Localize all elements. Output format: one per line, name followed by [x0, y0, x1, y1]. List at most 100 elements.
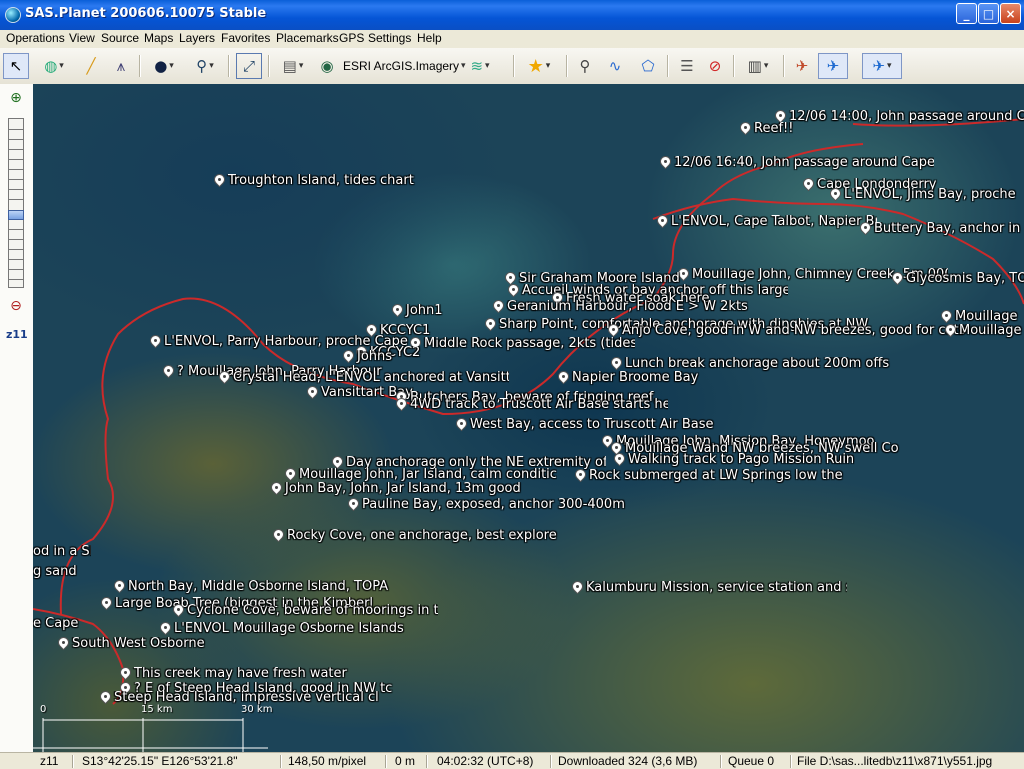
placemark-pin-icon [572, 581, 583, 597]
placemark-pin-icon [101, 597, 112, 613]
map-label-fragment: g sand [33, 565, 77, 579]
gps-device-icon[interactable]: ▥ [739, 53, 777, 79]
active-map-label: ESRI ArcGIS.Imagery [343, 59, 460, 73]
placemark[interactable]: Buttery Bay, anchor in [860, 222, 1024, 242]
favorites-star-icon[interactable]: ★ [520, 53, 558, 79]
placemark-pin-icon [614, 453, 625, 469]
status-coordinates: S13°42'25.15" E126°53'21.8" [82, 754, 238, 768]
close-button[interactable]: × [1000, 3, 1021, 24]
gps-track-icon[interactable]: ✈ [818, 53, 848, 79]
placemark[interactable]: Anjo Cove, good in W and NW breezes, goo… [608, 324, 988, 344]
zoom-slider-thumb[interactable] [8, 210, 24, 220]
placemark-pin-icon [173, 604, 184, 620]
menu-favorites[interactable]: Favorites [221, 31, 270, 45]
map-view[interactable]: 12/06 14:00, John passage around C Reef!… [33, 84, 1024, 752]
zoom-sidebar: ⊕ ⊖ z11 [0, 84, 34, 752]
placemark[interactable]: L'ENVOL, Jims Bay, proche [830, 188, 1024, 208]
placemarks-layer: 12/06 14:00, John passage around C Reef!… [33, 84, 1024, 752]
menu-placemarks[interactable]: Placemarks [276, 31, 339, 45]
placemark-pin-icon [348, 498, 359, 514]
maximize-button[interactable]: □ [978, 3, 999, 24]
menu-help[interactable]: Help [417, 31, 442, 45]
polygon-icon[interactable]: ⬠ [634, 53, 662, 79]
map-type-icon[interactable]: ● [145, 53, 183, 79]
status-bar: z11 S13°42'25.15" E126°53'21.8" 148,50 m… [0, 752, 1024, 769]
map-label-fragment: e Cape [33, 617, 79, 631]
gps-center-icon[interactable]: ✈ [862, 53, 902, 79]
magnifier-drop-icon[interactable]: ⚲ [186, 53, 224, 79]
placemark[interactable]: Napier Broome Bay [558, 371, 738, 391]
toolbar: ↖ ◍ ╱ ⩚ ● ⚲ ⤢ ▤ ◉ ESRI ArcGIS.Imagery ≋ … [0, 48, 1024, 85]
placemark-pin-icon [214, 174, 225, 190]
placemark[interactable]: Troughton Island, tides chart [214, 174, 424, 194]
status-downloaded: Downloaded 324 (3,6 MB) [558, 754, 698, 768]
placemark[interactable]: John1 [392, 304, 482, 324]
placemark-pin-icon [493, 300, 504, 316]
placemark[interactable]: L'ENVOL, Cape Talbot, Napier Broo [657, 215, 877, 235]
gps-connect-icon[interactable]: ✈ [789, 53, 815, 79]
menu-gps[interactable]: GPS [339, 31, 364, 45]
placemark-pin-icon [803, 178, 814, 194]
menu-layers[interactable]: Layers [179, 31, 215, 45]
menu-settings[interactable]: Settings [368, 31, 411, 45]
placemark[interactable]: Rocky Cove, one anchorage, best explore [273, 529, 583, 549]
globe-drop-icon[interactable]: ◍ [34, 53, 74, 79]
placemark[interactable]: Pauline Bay, exposed, anchor 300-400m [348, 498, 628, 518]
menu-operations[interactable]: Operations [6, 31, 65, 45]
placemark[interactable]: Mouillage [945, 324, 1024, 344]
placemark[interactable]: Glycosmis Bay, TO [892, 272, 1024, 292]
placemark[interactable]: L'ENVOL Mouillage Osborne Islands [160, 622, 425, 642]
placemark-pin-icon [892, 272, 903, 288]
zoom-in-icon[interactable]: ⊕ [6, 90, 26, 110]
status-resolution: 148,50 m/pixel [288, 754, 367, 768]
placemark[interactable]: 12/06 16:40, John passage around Cape [660, 156, 934, 176]
menu-source[interactable]: Source [101, 31, 139, 45]
placemark[interactable]: Crystal Head, L'ENVOL anchored at Vansit… [219, 371, 509, 391]
satellite-dish-icon[interactable]: ▤ [275, 53, 311, 79]
placemark-pin-icon [740, 122, 751, 138]
zoom-slider[interactable] [8, 118, 24, 288]
placemark-pin-icon [485, 318, 496, 334]
placemark-pin-icon [860, 222, 871, 238]
placemark-pin-icon [163, 365, 174, 381]
scale-label-15km: 15 km [141, 704, 173, 715]
placemark[interactable]: Kalumburu Mission, service station and s [572, 581, 847, 601]
menu-view[interactable]: View [69, 31, 95, 45]
cursor-icon[interactable]: ↖ [3, 53, 29, 79]
placemark-icon[interactable]: ⚲ [572, 53, 598, 79]
placemark-pin-icon [343, 350, 354, 366]
window-title: SAS.Planet 200606.10075 Stable [25, 6, 267, 21]
placemarks-list-icon[interactable]: ☰ [674, 53, 700, 79]
placemark-pin-icon [396, 398, 407, 414]
zoom-out-icon[interactable]: ⊖ [6, 298, 26, 318]
placemark[interactable]: Cyclone Cove, beware of moorings in the [173, 604, 438, 624]
placemark-pin-icon [120, 667, 131, 683]
compass-icon[interactable]: ⩚ [108, 53, 134, 79]
menu-maps[interactable]: Maps [144, 31, 173, 45]
placemark[interactable]: 4WD track to Truscott Air Base starts he [396, 398, 668, 418]
fullscreen-icon[interactable]: ⤢ [236, 53, 262, 79]
placemark-pin-icon [114, 580, 125, 596]
placemark-pin-icon [660, 156, 671, 172]
path-icon[interactable]: ∿ [602, 53, 628, 79]
placemark-pin-icon [219, 371, 230, 387]
map-label-fragment: od in a SE [33, 545, 91, 559]
status-zoom: z11 [40, 754, 59, 768]
scale-label-0: 0 [40, 704, 47, 715]
placemark-pin-icon [657, 215, 668, 231]
placemark-pin-icon [830, 188, 841, 204]
status-altitude: 0 m [395, 754, 416, 768]
ruler-icon[interactable]: ╱ [78, 53, 104, 79]
status-file: File D:\sas...litedb\z11\x871\y551.jpg [797, 754, 993, 768]
placemark[interactable]: Reef!! [740, 122, 830, 142]
minimize-button[interactable]: _ [956, 3, 977, 24]
placemark-pin-icon [58, 637, 69, 653]
scale-bar: 0 15 km 30 km [33, 704, 272, 752]
placemark-pin-icon [150, 335, 161, 351]
title-bar[interactable]: SAS.Planet 200606.10075 Stable _ □ × [0, 0, 1024, 31]
placemark[interactable]: Geranium Harbour, Flood E > W 2kts [493, 300, 753, 320]
no-entry-icon[interactable]: ⊘ [702, 53, 728, 79]
placemark[interactable]: Rock submerged at LW Springs low the [575, 469, 845, 489]
layers-icon[interactable]: ≋ [462, 53, 498, 79]
active-map-selector[interactable]: ESRI ArcGIS.Imagery [343, 53, 459, 79]
